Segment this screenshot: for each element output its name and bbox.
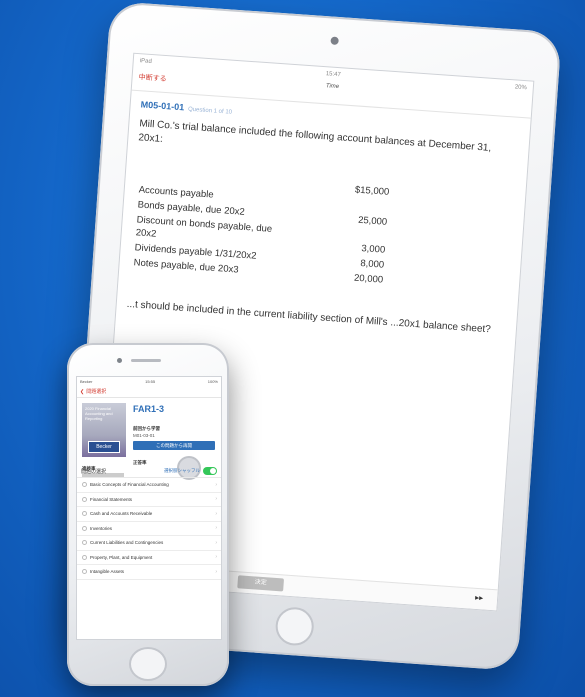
chevron-right-icon: ›: [215, 481, 217, 488]
chevron-right-icon: ›: [215, 568, 217, 575]
iphone-device: Becker 15:55 100% ❮ 問題選択 2020 Financial …: [67, 343, 229, 686]
iphone-status-bar: Becker 15:55 100%: [77, 377, 221, 386]
topic-label: Inventories: [90, 525, 113, 531]
topic-label: Current Liabilities and Contingencies: [90, 540, 164, 546]
resume-button[interactable]: この問題から再開: [133, 441, 215, 450]
back-button[interactable]: ❮ 問題選択: [77, 386, 221, 398]
topic-label: Cash and Accounts Receivable: [90, 511, 153, 517]
topic-label: Financial Statements: [90, 496, 133, 502]
chevron-right-icon: ›: [215, 496, 217, 503]
chevron-right-icon: ›: [215, 510, 217, 517]
topic-label: Intangible Assets: [90, 569, 125, 575]
radio-icon: [82, 482, 87, 488]
timer-label: Time: [325, 83, 340, 91]
question-counter: Question 1 of 10: [187, 106, 233, 116]
iphone-speaker: [131, 359, 161, 362]
radio-icon: [82, 511, 87, 517]
list-item[interactable]: Financial Statements ›: [77, 493, 221, 507]
radio-icon: [82, 525, 87, 531]
shuffle-toggle[interactable]: [203, 467, 217, 475]
decide-button[interactable]: 決定: [237, 575, 285, 592]
question-prompt: ...t should be included in the current l…: [126, 298, 492, 336]
chevron-right-icon: ›: [215, 525, 217, 532]
radio-icon: [82, 569, 87, 575]
accounts-table: $15,000 Accounts payable Bonds payable, …: [133, 167, 390, 287]
iphone-camera: [117, 358, 122, 363]
topic-label: Basic Concepts of Financial Accounting: [90, 482, 169, 488]
iphone-home-button: [129, 647, 167, 681]
back-label: 問題選択: [86, 389, 107, 395]
radio-icon: [82, 554, 87, 560]
list-item[interactable]: Current Liabilities and Contingencies ›: [77, 536, 221, 551]
list-item[interactable]: Intangible Assets ›: [77, 565, 221, 580]
ipad-status-carrier: iPad: [139, 58, 152, 66]
question-select-header: 問題の選択 選択肢シャッフル: [77, 465, 221, 478]
question-select-label: 問題の選択: [81, 468, 107, 475]
question-id-text: M05-01-01: [140, 99, 185, 113]
shuffle-label: 選択肢シャッフル: [164, 468, 200, 473]
resume-label: 前回から学習: [133, 426, 160, 431]
chevron-left-icon: ❮: [80, 388, 85, 395]
iphone-status-time: 15:55: [145, 379, 156, 384]
list-item[interactable]: Cash and Accounts Receivable ›: [77, 507, 221, 522]
course-cover-image: 2020 Financial Accounting and Reporting …: [82, 403, 126, 457]
shuffle-control: 選択肢シャッフル: [164, 467, 217, 475]
topic-label: Property, Plant, and Equipment: [90, 554, 153, 560]
chevron-right-icon: ›: [215, 539, 217, 546]
cover-title: 2020 Financial Accounting and Reporting: [85, 406, 113, 421]
becker-logo: Becker: [88, 441, 120, 453]
ipad-status-time: 15:47: [325, 71, 341, 79]
course-code: FAR1-3: [133, 404, 165, 414]
list-item[interactable]: Property, Plant, and Equipment ›: [77, 551, 221, 565]
list-item[interactable]: Inventories ›: [77, 522, 221, 536]
topic-list: Basic Concepts of Financial Accounting › …: [77, 478, 221, 580]
iphone-status-carrier: Becker: [80, 379, 93, 384]
radio-icon: [82, 496, 87, 502]
iphone-screen: Becker 15:55 100% ❮ 問題選択 2020 Financial …: [76, 376, 222, 640]
iphone-status-battery: 100%: [207, 379, 218, 384]
next-icon[interactable]: ▸▸: [475, 593, 484, 603]
chevron-right-icon: ›: [215, 554, 217, 561]
resume-question-id: M01-03-01: [133, 433, 155, 438]
list-item[interactable]: Basic Concepts of Financial Accounting ›: [77, 478, 221, 493]
promo-stage: iPad 15:47 20% 中断する Time M05-01-01 Questi…: [0, 0, 585, 697]
ipad-status-battery: 20%: [514, 84, 527, 92]
radio-icon: [82, 540, 87, 546]
